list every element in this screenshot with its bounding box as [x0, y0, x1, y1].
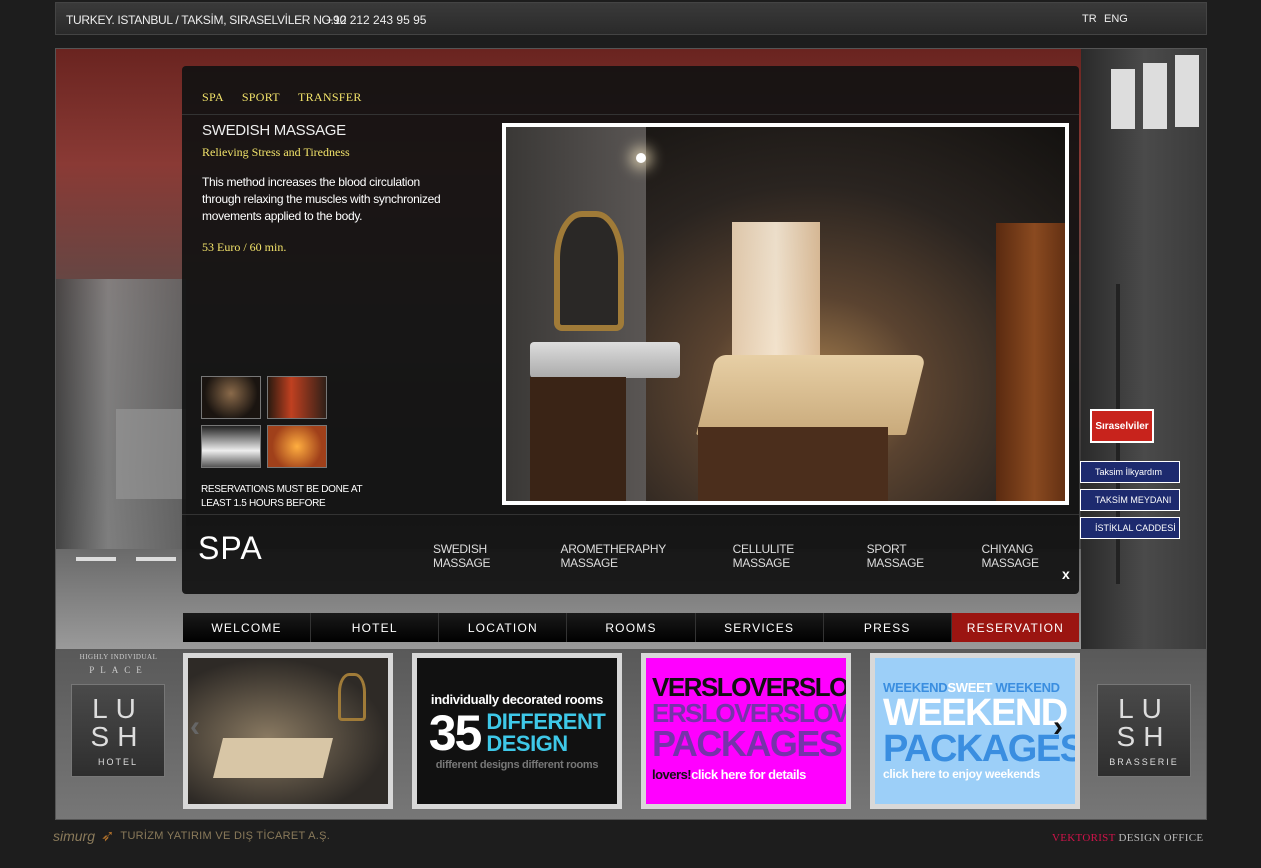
- promo-weekend-big2: PACKAGES: [883, 728, 1075, 770]
- promo-lovers-row4b: click here for details: [691, 767, 806, 782]
- section-title: SPA: [198, 530, 263, 566]
- background-building-left-small: [116, 409, 186, 499]
- subnav-spa[interactable]: SPA: [202, 90, 224, 105]
- promo-weekend-big1: WEEKEND: [883, 692, 1068, 734]
- footer-credit[interactable]: VEKTORIST DESIGN OFFICE: [1052, 832, 1203, 844]
- massage-link-sport[interactable]: SPORT MASSAGE: [867, 542, 954, 570]
- promo-35-rooms[interactable]: individually decorated rooms 35 DIFFEREN…: [412, 653, 622, 809]
- brasserie-logo-mark: LU SH: [1116, 692, 1172, 752]
- street-sign-red: Sıraselviler: [1090, 409, 1154, 443]
- thumbnail-4[interactable]: [267, 425, 327, 468]
- address-text: TURKEY. ISTANBUL / TAKSİM, SIRASELVİLER …: [66, 13, 347, 27]
- tagline-line-2: PLACE: [89, 665, 148, 675]
- spa-panel: SPA SPORT TRANSFER SWEDISH MASSAGE Relie…: [182, 66, 1079, 594]
- nav-hotel[interactable]: HOTEL: [311, 613, 440, 642]
- hotel-logo-mark: LU SH: [90, 692, 146, 752]
- footer-company: simurg ➶ TURİZM YATIRIM VE DIŞ TİCARET A…: [53, 826, 330, 846]
- direction-sign-ilkyardim: Taksim İlkyardım: [1080, 461, 1180, 483]
- direction-sign-istiklal: İSTİKLAL CADDESİ: [1080, 517, 1180, 539]
- treatment-subtitle: Relieving Stress and Tiredness: [202, 145, 350, 159]
- promo-room-photo[interactable]: [183, 653, 393, 809]
- brasserie-logo[interactable]: LU SH BRASSERIE: [1097, 684, 1191, 777]
- main-spa-photo: [502, 123, 1069, 505]
- promo-weekend-packages[interactable]: WEEKENDSWEET WEEKEND WEEKEND PACKAGES cl…: [870, 653, 1080, 809]
- massage-links: SWEDISH MASSAGE AROMETHERAPHY MASSAGE CE…: [433, 542, 1079, 570]
- thumbnail-2[interactable]: [267, 376, 327, 419]
- reservation-note: RESERVATIONS MUST BE DONE AT LEAST 1.5 H…: [201, 484, 363, 509]
- panel-subnav: SPA SPORT TRANSFER: [202, 90, 362, 105]
- promo-lovers-packages[interactable]: VERSLOVERSLO ERSLOVERSLOV PACKAGES lover…: [641, 653, 851, 809]
- promo-lovers-row1: VERSLOVERSLO: [652, 672, 846, 702]
- footer-brand: simurg: [53, 828, 96, 844]
- language-eng-link[interactable]: ENG: [1104, 13, 1128, 25]
- treatment-description: This method increases the blood circulat…: [202, 175, 441, 223]
- massage-link-swedish[interactable]: SWEDISH MASSAGE: [433, 542, 532, 570]
- promo-rooms-word2: DESIGN: [486, 730, 568, 756]
- treatment-title: SWEDISH MASSAGE: [202, 122, 346, 139]
- nav-location[interactable]: LOCATION: [439, 613, 568, 642]
- tagline: HIGHLY INDIVIDUAL PLACE: [70, 653, 167, 675]
- thumbnail-grid: [201, 376, 327, 468]
- footer-credit-vektorist: VEKTORIST: [1052, 832, 1116, 844]
- massage-link-aromatherapy[interactable]: AROMETHERAPHY MASSAGE: [560, 542, 704, 570]
- top-bar: TURKEY. ISTANBUL / TAKSİM, SIRASELVİLER …: [55, 2, 1207, 35]
- chevron-right-icon[interactable]: ›: [1053, 710, 1063, 744]
- tagline-line-1: HIGHLY INDIVIDUAL: [79, 653, 158, 661]
- chevron-left-icon[interactable]: ‹: [190, 710, 200, 744]
- nav-press[interactable]: PRESS: [823, 613, 952, 642]
- divider: [182, 514, 1079, 515]
- nav-rooms[interactable]: ROOMS: [567, 613, 696, 642]
- close-icon[interactable]: x: [1062, 566, 1070, 582]
- footer-credit-office: DESIGN OFFICE: [1118, 832, 1204, 844]
- bird-logo-icon: ➶: [101, 828, 115, 845]
- nav-reservation[interactable]: RESERVATION: [951, 613, 1079, 642]
- promo-rooms-number: 35: [428, 704, 483, 761]
- massage-link-cellulite[interactable]: CELLULITE MASSAGE: [733, 542, 839, 570]
- promo-lovers-row3: PACKAGES: [652, 723, 843, 764]
- hotel-logo-caption: HOTEL: [97, 756, 138, 767]
- thumbnail-3[interactable]: [201, 425, 261, 468]
- nav-welcome[interactable]: WELCOME: [183, 613, 312, 642]
- thumbnail-1[interactable]: [201, 376, 261, 419]
- phone-text: +90 212 243 95 95: [326, 13, 427, 27]
- direction-sign-meydan: TAKSİM MEYDANI: [1080, 489, 1180, 511]
- treatment-price: 53 Euro / 60 min.: [202, 240, 287, 254]
- footer-company-name: TURİZM YATIRIM VE DIŞ TİCARET A.Ş.: [120, 830, 331, 842]
- hotel-logo[interactable]: LU SH HOTEL: [71, 684, 165, 777]
- language-tr-link[interactable]: TR: [1082, 13, 1097, 25]
- promo-lovers-row4a: lovers!: [652, 767, 692, 782]
- promo-rooms-line3: different designs different rooms: [435, 758, 599, 771]
- subnav-transfer[interactable]: TRANSFER: [298, 90, 362, 105]
- nav-services[interactable]: SERVICES: [695, 613, 824, 642]
- subnav-sport[interactable]: SPORT: [242, 90, 280, 105]
- promo-rooms-word1: DIFFERENT: [486, 708, 606, 734]
- brasserie-logo-caption: BRASSERIE: [1109, 756, 1179, 767]
- main-nav: WELCOME HOTEL LOCATION ROOMS SERVICES PR…: [183, 613, 1079, 642]
- divider: [182, 114, 1079, 115]
- background-building-right: [1081, 49, 1206, 649]
